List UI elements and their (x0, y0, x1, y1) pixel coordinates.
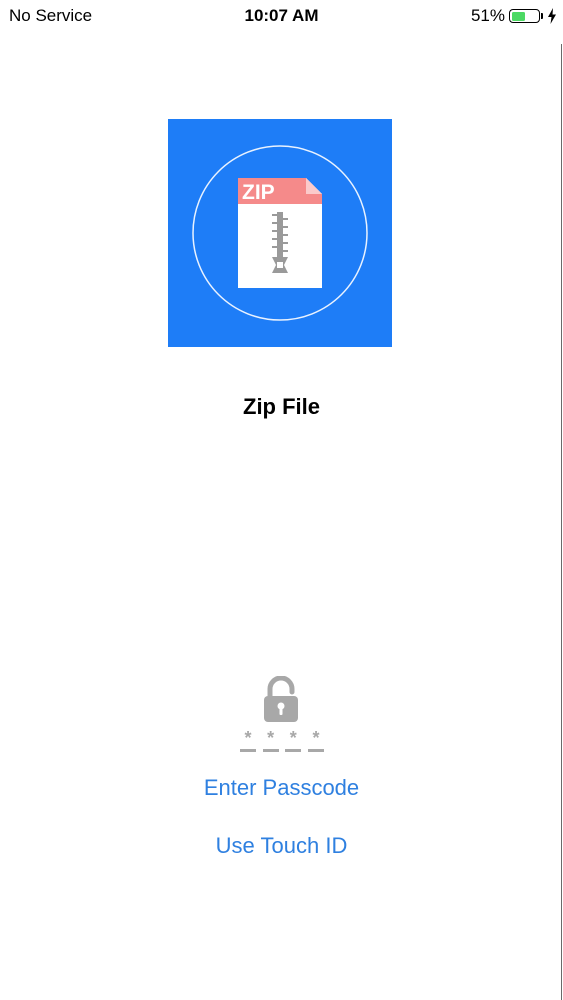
battery-percent: 51% (470, 6, 505, 25)
passcode-star: * (289, 728, 297, 748)
use-touch-id-button[interactable]: Use Touch ID (0, 833, 563, 859)
battery-tip (541, 13, 543, 19)
passcode-underline (307, 749, 324, 752)
passcode-slot: * (307, 728, 324, 752)
passcode-star: * (267, 728, 275, 748)
lock-screen: No Service 10:07 AM 51% ZIP Zip File * *… (0, 0, 563, 1000)
app-name: Zip File (243, 394, 320, 419)
passcode-underline (240, 749, 256, 752)
battery-icon (509, 9, 540, 23)
lock-icon (264, 676, 298, 722)
zip-label: ZIP (242, 181, 275, 204)
zip-file-icon: ZIP (168, 119, 392, 347)
bolt-icon (548, 8, 556, 24)
passcode-underline (262, 749, 279, 752)
passcode-slot: * (285, 728, 302, 752)
enter-passcode-button[interactable]: Enter Passcode (0, 775, 563, 801)
passcode-star: * (312, 728, 320, 748)
status-bar: No Service 10:07 AM 51% (0, 0, 563, 32)
passcode-slot: * (240, 728, 256, 752)
passcode-underline (285, 749, 302, 752)
battery-indicator: 51% (471, 6, 557, 26)
passcode-placeholder: * * * * (240, 728, 324, 754)
passcode-slot: * (262, 728, 279, 752)
passcode-star: * (244, 728, 252, 748)
battery-level (511, 11, 525, 21)
